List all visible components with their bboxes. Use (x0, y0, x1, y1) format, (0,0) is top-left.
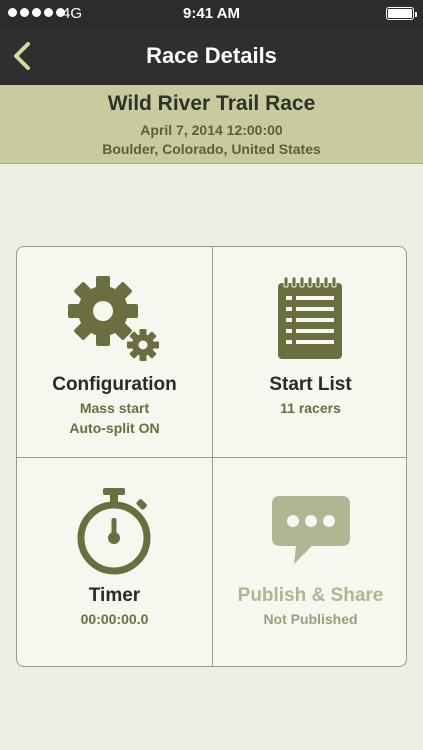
configuration-tile[interactable]: Configuration Mass start Auto-split ON (17, 247, 212, 457)
publish-share-title: Publish & Share (237, 585, 384, 606)
page-title: Race Details (146, 43, 277, 68)
gears-icon (17, 273, 212, 365)
stopwatch-icon (17, 484, 212, 576)
battery-icon (386, 7, 417, 20)
chat-bubble-icon (213, 484, 406, 576)
status-time: 9:41 AM (183, 5, 240, 22)
race-location: Boulder, Colorado, United States (102, 141, 321, 157)
configuration-start-mode: Mass start (79, 400, 150, 416)
start-list-title: Start List (269, 374, 352, 395)
configuration-auto-split: Auto-split ON (69, 420, 160, 436)
race-date: April 7, 2014 12:00:00 (140, 122, 283, 138)
status-bar: 4G 9:41 AM (0, 0, 423, 28)
notepad-list-icon (213, 273, 406, 365)
race-menu-grid: Configuration Mass start Auto-split ON S… (16, 246, 407, 667)
timer-tile[interactable]: Timer 00:00:00.0 (17, 458, 212, 666)
race-name: Wild River Trail Race (107, 92, 316, 115)
publish-status: Not Published (263, 611, 358, 627)
timer-title: Timer (88, 585, 141, 606)
configuration-title: Configuration (52, 374, 177, 395)
timer-elapsed: 00:00:00.0 (80, 611, 149, 627)
navigation-bar: Race Details (0, 28, 423, 85)
race-header: Wild River Trail Race April 7, 2014 12:0… (0, 85, 423, 164)
start-list-tile[interactable]: Start List 11 racers (213, 247, 406, 457)
start-list-count: 11 racers (280, 400, 341, 416)
publish-share-tile[interactable]: Publish & Share Not Published (213, 458, 406, 666)
